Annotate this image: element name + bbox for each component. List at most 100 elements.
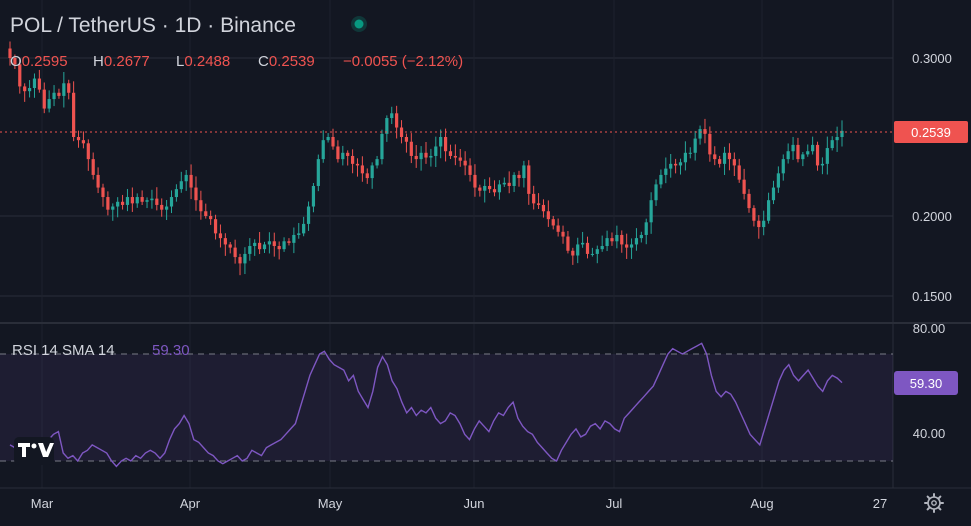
candle-body — [551, 219, 555, 226]
time-axis-tick: Mar — [31, 496, 54, 511]
candle-body — [561, 231, 565, 237]
candle-body — [297, 233, 301, 235]
candle-body — [654, 184, 658, 201]
candle-body — [419, 152, 423, 160]
candle-body — [395, 113, 399, 128]
candle-body — [762, 220, 766, 228]
candle-body — [532, 193, 536, 204]
candle-body — [316, 159, 320, 186]
candle-body — [615, 234, 619, 242]
time-axis-tick: Aug — [750, 496, 773, 511]
candle-body — [350, 155, 355, 164]
market-status-dot[interactable] — [354, 19, 364, 29]
candle-body — [145, 200, 149, 202]
candle-body — [81, 140, 86, 144]
candle-body — [541, 204, 546, 212]
candle-body — [57, 92, 61, 96]
candle-body — [223, 238, 227, 245]
candle-body — [629, 244, 634, 248]
candle-body — [331, 137, 335, 147]
candle-body — [507, 182, 511, 186]
candle-body — [546, 211, 550, 220]
candle-body — [718, 159, 722, 164]
candle-body — [825, 148, 829, 164]
candle-body — [473, 174, 477, 188]
candle-body — [248, 246, 252, 254]
candle-body — [194, 187, 198, 201]
candle-body — [375, 159, 379, 166]
candle-body — [179, 181, 183, 190]
price-chart[interactable]: 0.3000 0.2000 0.1500 0.2539 80.00 40.00 … — [0, 0, 971, 521]
candle-body — [620, 234, 624, 245]
candle-body — [556, 225, 560, 232]
candle-body — [346, 152, 350, 156]
time-axis-tick: Jun — [464, 496, 485, 511]
candle-body — [155, 198, 159, 205]
candle-body — [277, 246, 281, 250]
ohlc-open: O0.2595 — [10, 53, 68, 70]
time-axis-tick: 27 — [873, 496, 887, 511]
candle-body — [811, 144, 815, 152]
rsi-legend-label[interactable]: RSI 14 SMA 14 — [12, 342, 115, 359]
candle-body — [727, 152, 732, 160]
candle-body — [360, 165, 364, 174]
candle-body — [67, 83, 71, 93]
candle-body — [390, 113, 394, 119]
candle-body — [258, 242, 262, 250]
candle-body — [165, 206, 169, 210]
candle-body — [199, 200, 203, 212]
candle-body — [536, 203, 541, 205]
candle-body — [238, 257, 242, 264]
candle-body — [101, 187, 105, 198]
candle-body — [23, 86, 27, 92]
candle-body — [747, 193, 751, 209]
candle-body — [625, 244, 629, 248]
candle-body — [72, 92, 76, 137]
candle-body — [527, 165, 531, 194]
symbol-title[interactable]: POL / TetherUS · 1D · Binance — [10, 14, 296, 37]
candle-body — [228, 244, 232, 248]
candle-body — [355, 163, 360, 166]
candle-body — [32, 78, 37, 89]
candle-body — [517, 174, 521, 179]
candle-body — [639, 234, 643, 239]
candle-body — [218, 233, 223, 239]
candle-body — [47, 99, 51, 109]
candle-body — [272, 241, 276, 247]
time-axis-tick: Apr — [180, 496, 201, 511]
candle-body — [644, 222, 648, 235]
candle-body — [492, 189, 497, 193]
candle-body — [125, 197, 130, 205]
candle-body — [282, 241, 286, 250]
price-change: −0.0055 (−2.12%) — [343, 53, 463, 70]
rsi-axis-tick: 40.00 — [913, 426, 946, 441]
candle-body — [659, 174, 663, 185]
tradingview-logo-icon[interactable] — [14, 437, 54, 465]
candle-body — [752, 208, 756, 221]
candle-body — [693, 138, 697, 153]
candle-body — [835, 137, 839, 141]
candle-body — [62, 83, 66, 96]
candle-body — [120, 201, 125, 205]
candle-body — [189, 174, 193, 188]
candle-body — [140, 197, 144, 202]
candle-body — [209, 216, 213, 220]
candle-body — [321, 140, 325, 160]
candle-body — [111, 206, 115, 210]
candle-body — [91, 159, 95, 175]
candle-body — [757, 220, 761, 228]
candle-body — [478, 187, 482, 191]
ohlc-high: H0.2677 — [93, 53, 150, 70]
candle-body — [370, 165, 374, 179]
candle-body — [483, 185, 487, 191]
candle-body — [253, 242, 257, 247]
candle-body — [576, 244, 580, 256]
candle-body — [213, 219, 218, 234]
candle-body — [233, 247, 237, 258]
candle-body — [458, 157, 462, 161]
candle-body — [512, 174, 516, 186]
candle-body — [448, 151, 453, 156]
candle-body — [796, 144, 800, 160]
candle-body — [135, 197, 139, 204]
candle-body — [380, 133, 384, 160]
